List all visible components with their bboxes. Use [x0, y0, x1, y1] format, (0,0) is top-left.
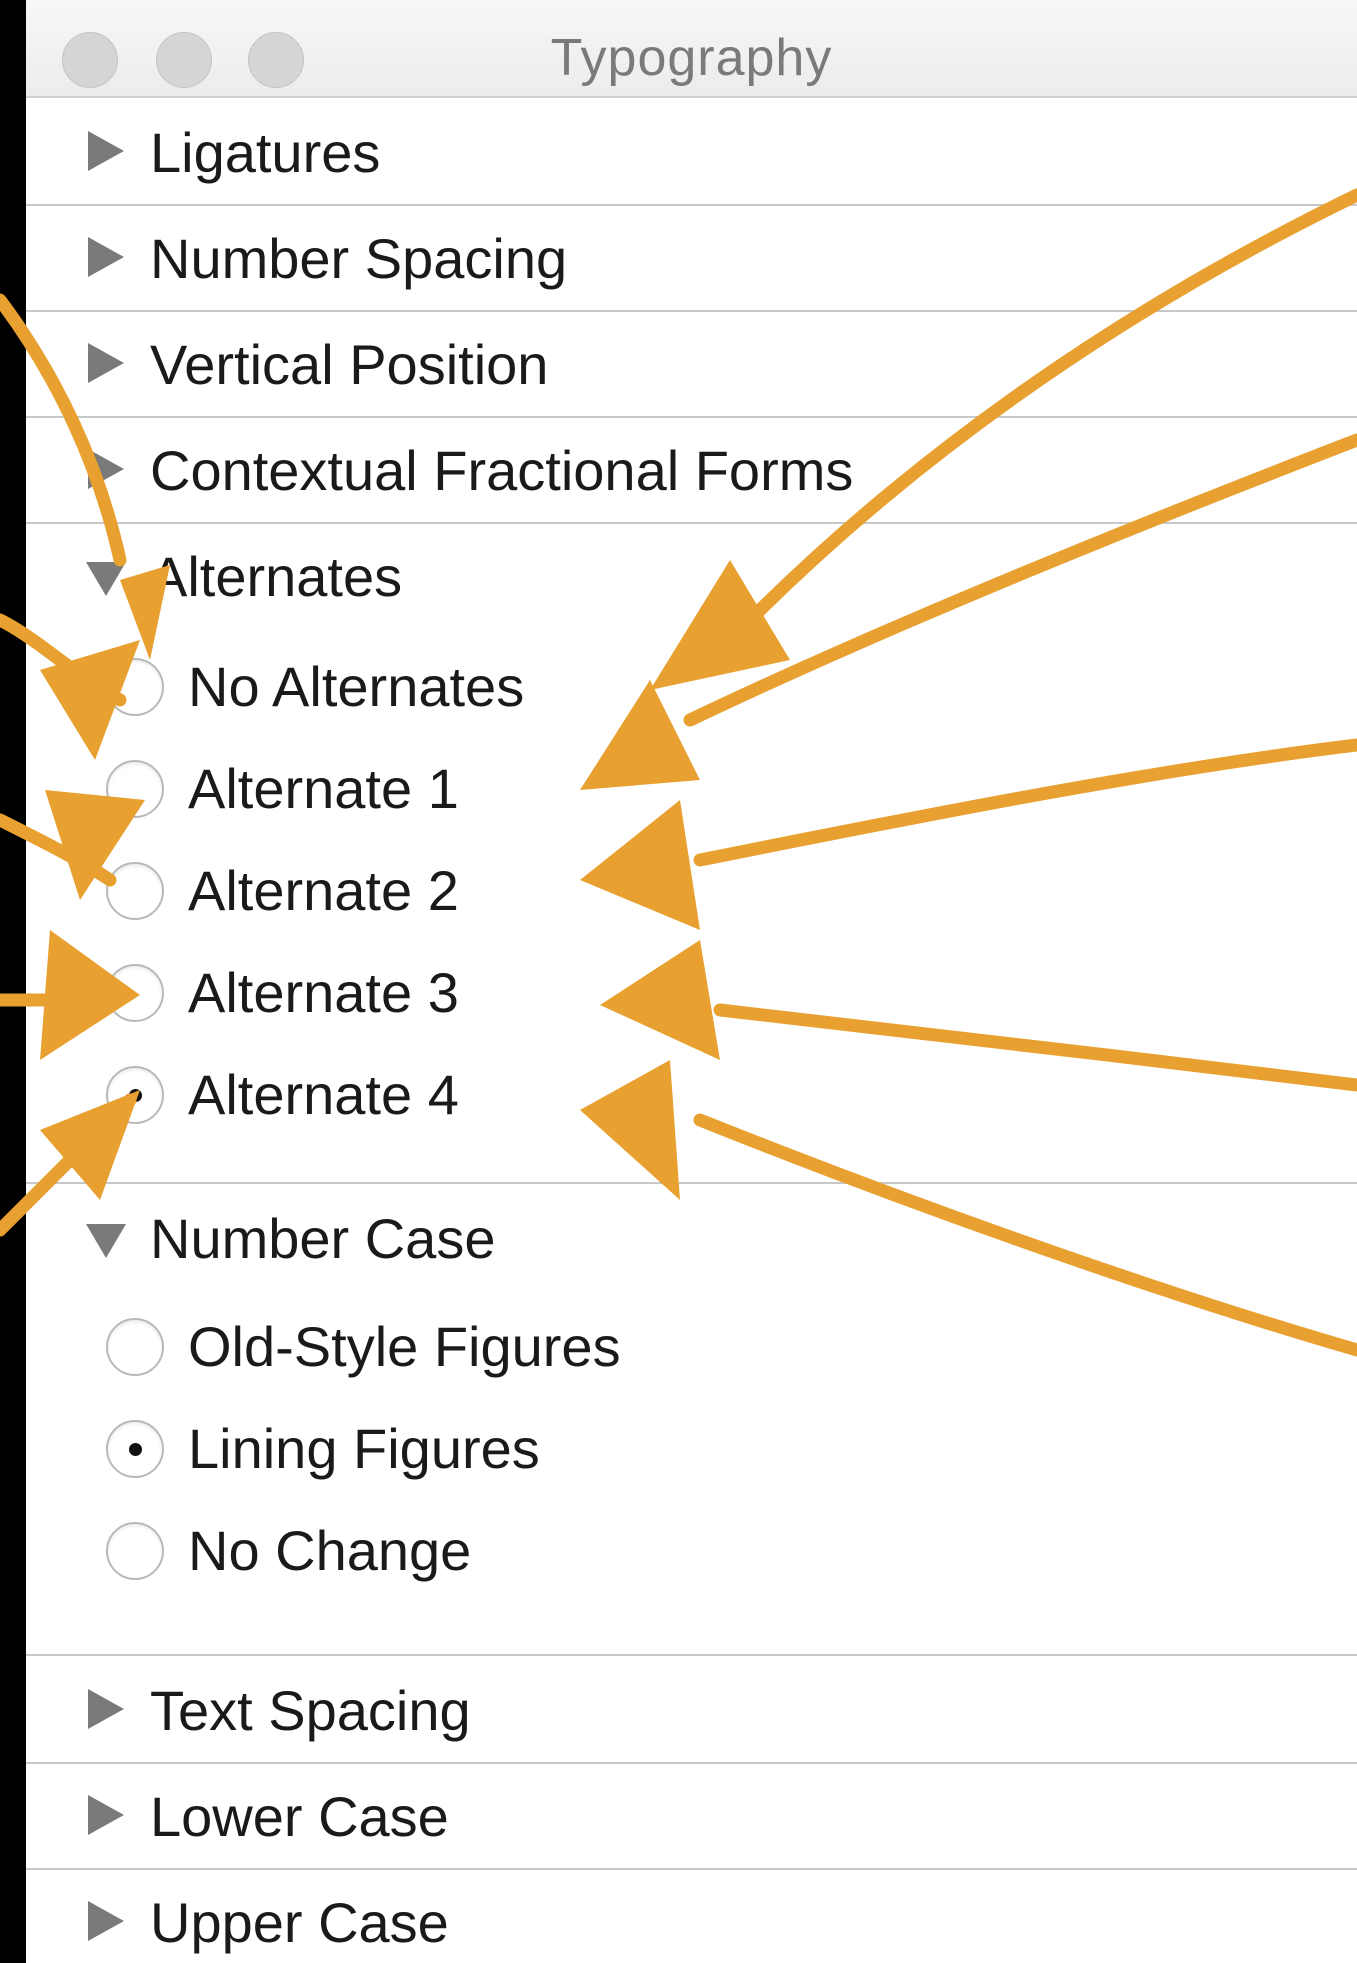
section-vertical-position[interactable]: Vertical Position — [26, 310, 1357, 418]
radio-label: No Alternates — [188, 655, 525, 718]
radio-option-no-alternates[interactable]: No Alternates — [106, 644, 906, 734]
section-alternates: Alternates No Alternates Alternate 1 Alt… — [26, 522, 1357, 1184]
radio-label: Old-Style Figures — [188, 1315, 621, 1378]
radio-button[interactable] — [106, 1318, 164, 1376]
radio-option-alternate-2[interactable]: Alternate 2 — [106, 848, 906, 938]
section-label: Text Spacing — [150, 1679, 471, 1742]
section-label: Number Spacing — [150, 227, 568, 290]
disclosure-triangle-right-icon[interactable] — [88, 131, 124, 171]
radio-option-no-change[interactable]: No Change — [106, 1508, 906, 1598]
disclosure-triangle-down-icon[interactable] — [86, 1224, 126, 1258]
radio-button[interactable] — [106, 862, 164, 920]
section-label: Vertical Position — [150, 333, 549, 396]
section-contextual-fractional-forms[interactable]: Contextual Fractional Forms — [26, 416, 1357, 524]
section-label: Ligatures — [150, 121, 381, 184]
radio-option-alternate-1[interactable]: Alternate 1 — [106, 746, 906, 836]
title-bar: Typography — [26, 0, 1357, 98]
disclosure-triangle-right-icon[interactable] — [88, 343, 124, 383]
radio-option-alternate-3[interactable]: Alternate 3 — [106, 950, 906, 1040]
radio-label: Alternate 1 — [188, 757, 459, 820]
disclosure-triangle-right-icon[interactable] — [88, 449, 124, 489]
section-label: Upper Case — [150, 1891, 449, 1954]
section-label: Alternates — [150, 545, 403, 608]
radio-button-selected[interactable] — [106, 1066, 164, 1124]
section-upper-case[interactable]: Upper Case — [26, 1868, 1357, 1963]
disclosure-triangle-right-icon[interactable] — [88, 1689, 124, 1729]
radio-label: Lining Figures — [188, 1417, 540, 1480]
section-text-spacing[interactable]: Text Spacing — [26, 1656, 1357, 1764]
typography-window: Typography Ligatures Number Spacing Vert… — [26, 0, 1357, 1963]
disclosure-triangle-down-icon[interactable] — [86, 562, 126, 596]
section-number-spacing[interactable]: Number Spacing — [26, 204, 1357, 312]
radio-label: Alternate 2 — [188, 859, 459, 922]
section-label: Lower Case — [150, 1785, 449, 1848]
window-title: Typography — [550, 29, 833, 87]
radio-option-lining-figures[interactable]: Lining Figures — [106, 1406, 906, 1496]
radio-label: No Change — [188, 1519, 472, 1582]
disclosure-triangle-right-icon[interactable] — [88, 1795, 124, 1835]
disclosure-triangle-right-icon[interactable] — [88, 237, 124, 277]
radio-button[interactable] — [106, 760, 164, 818]
radio-label: Alternate 4 — [188, 1063, 459, 1126]
section-label: Number Case — [150, 1207, 496, 1270]
disclosure-triangle-right-icon[interactable] — [88, 1901, 124, 1941]
radio-button[interactable] — [106, 658, 164, 716]
radio-option-old-style-figures[interactable]: Old-Style Figures — [106, 1304, 906, 1394]
radio-button[interactable] — [106, 964, 164, 1022]
radio-option-alternate-4[interactable]: Alternate 4 — [106, 1052, 906, 1142]
section-ligatures[interactable]: Ligatures — [26, 98, 1357, 206]
radio-label: Alternate 3 — [188, 961, 459, 1024]
section-number-case: Number Case Old-Style Figures Lining Fig… — [26, 1184, 1357, 1656]
section-lower-case[interactable]: Lower Case — [26, 1762, 1357, 1870]
radio-button-selected[interactable] — [106, 1420, 164, 1478]
section-label: Contextual Fractional Forms — [150, 439, 854, 502]
radio-button[interactable] — [106, 1522, 164, 1580]
